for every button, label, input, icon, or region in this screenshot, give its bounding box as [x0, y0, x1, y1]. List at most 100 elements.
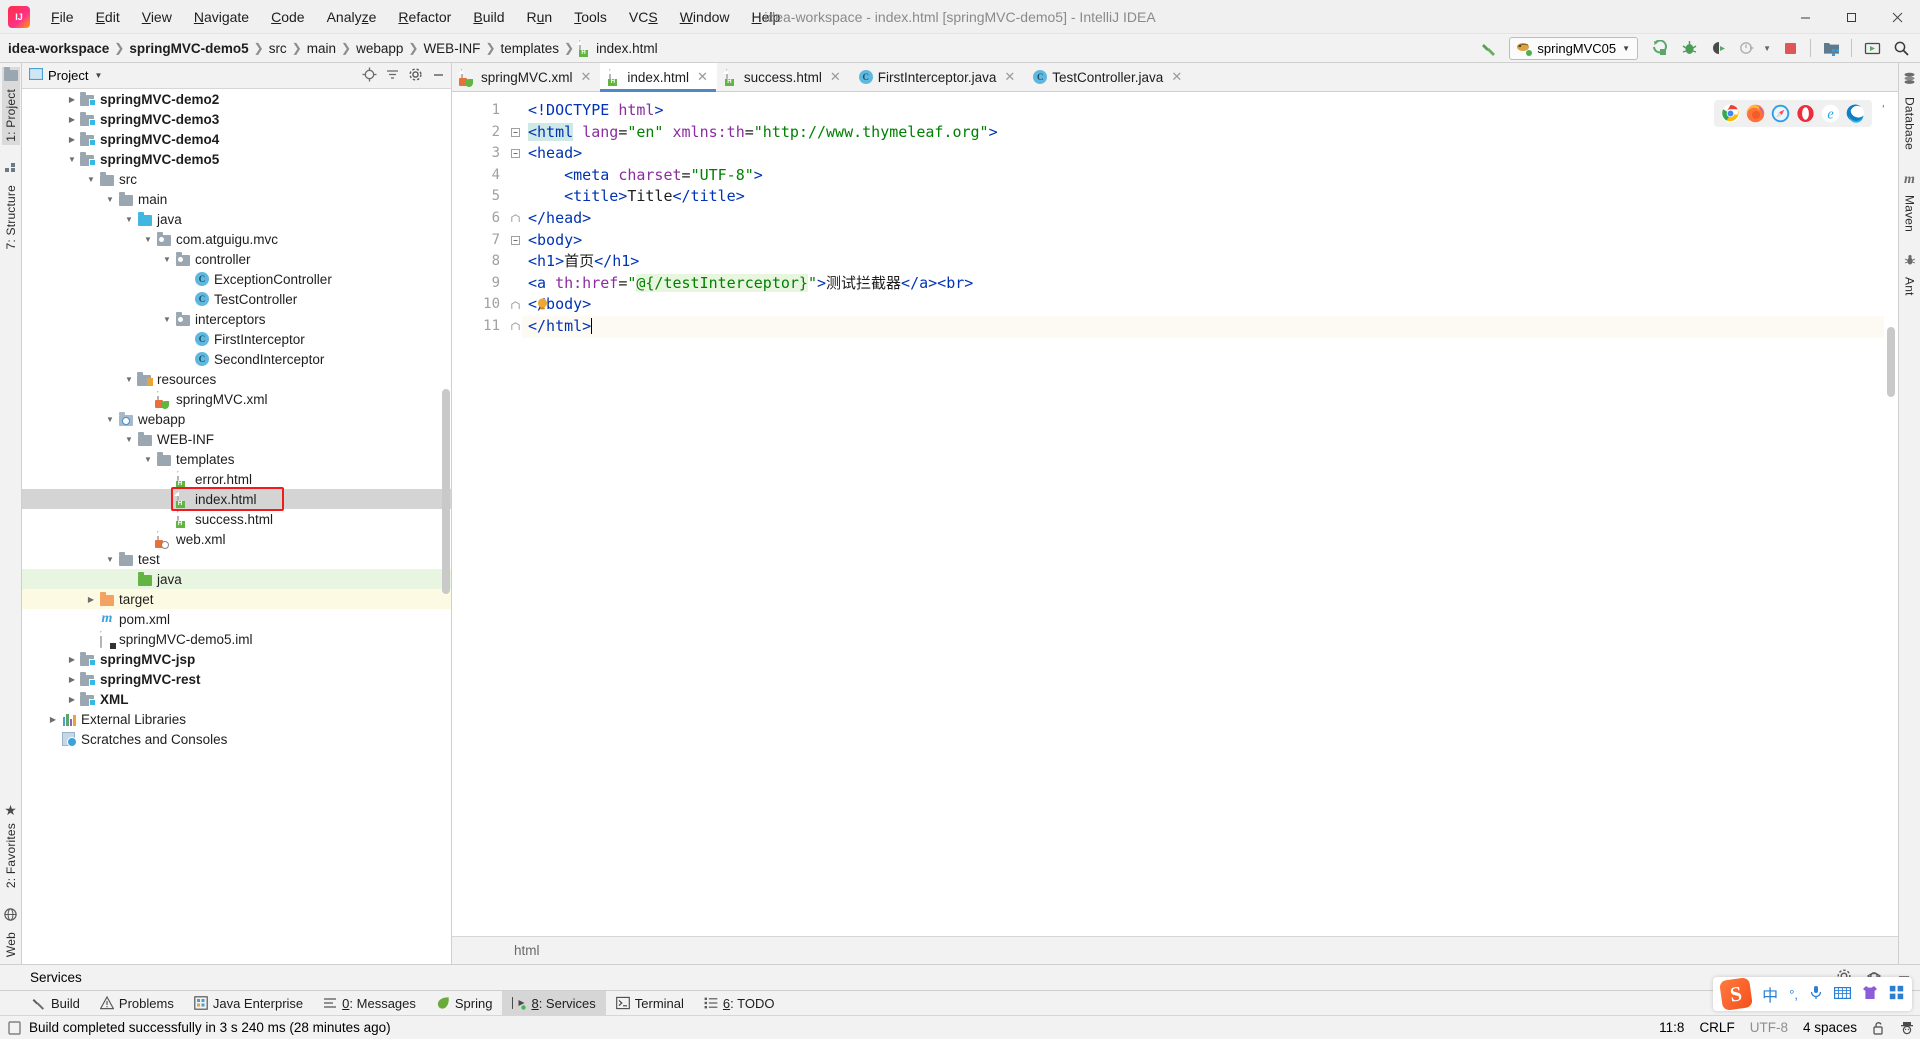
tree-row[interactable]: ▼ main [22, 189, 451, 209]
tree-expand-arrow-icon[interactable]: ▼ [122, 215, 136, 224]
tree-row[interactable]: Herror.html [22, 469, 451, 489]
fold-marker[interactable] [508, 294, 522, 316]
caret-position[interactable]: 11:8 [1659, 1020, 1684, 1035]
sidebar-item-ant[interactable]: Ant [1901, 251, 1919, 299]
stop-icon[interactable] [1777, 36, 1803, 60]
chevron-down-icon[interactable]: ▼ [1622, 44, 1630, 53]
editor-tabs[interactable]: springMVC.xml ✕ Hindex.html ✕ Hsuccess.html ✕… [452, 63, 1898, 92]
breadcrumb-springmvc-demo5[interactable]: springMVC-demo5 [129, 41, 248, 56]
code-line[interactable]: <!DOCTYPE html> [522, 100, 1898, 122]
hide-icon[interactable] [431, 67, 446, 85]
tree-expand-arrow-icon[interactable]: ▶ [65, 655, 79, 664]
code-line[interactable]: <html lang="en" xmlns:th="http://www.thy… [522, 122, 1898, 144]
run-icon[interactable] [1647, 36, 1673, 60]
minimize-button[interactable] [1782, 0, 1828, 34]
tree-row[interactable]: ▶ springMVC-demo4 [22, 129, 451, 149]
toolbox-icon[interactable] [1889, 985, 1904, 1003]
tree-expand-arrow-icon[interactable]: ▶ [65, 115, 79, 124]
tree-row[interactable]: ▶ target [22, 589, 451, 609]
tree-expand-arrow-icon[interactable]: ▶ [46, 715, 60, 724]
tree-row[interactable]: ▶ XML [22, 689, 451, 709]
menu-item-navigate[interactable]: Navigate [183, 4, 260, 30]
breadcrumb-web-inf[interactable]: WEB-INF [423, 41, 480, 56]
tree-row[interactable]: ▶ springMVC-rest [22, 669, 451, 689]
settings-gear-icon[interactable] [408, 67, 423, 85]
fold-marker[interactable] [508, 122, 522, 144]
tool-window-button-services[interactable]: 8: Services [502, 991, 606, 1015]
sidebar-item-maven[interactable]: m Maven [1901, 169, 1919, 235]
tree-expand-arrow-icon[interactable]: ▼ [122, 375, 136, 384]
tree-row[interactable]: ▼ java [22, 209, 451, 229]
tree-row[interactable]: ▶ springMVC-demo3 [22, 109, 451, 129]
tree-expand-arrow-icon[interactable]: ▼ [160, 255, 174, 264]
tree-row[interactable]: m pom.xml [22, 609, 451, 629]
tool-window-button-todo[interactable]: 6: TODO [694, 991, 785, 1015]
run-configuration-selector[interactable]: springMVC05 ▼ [1509, 36, 1639, 60]
tool-window-bar[interactable]: Build Problems Java Enterprise 0: Messages S… [0, 990, 1920, 1015]
menu-item-code[interactable]: Code [260, 4, 315, 30]
tree-expand-arrow-icon[interactable]: ▼ [141, 235, 155, 244]
file-encoding[interactable]: UTF-8 [1750, 1020, 1788, 1035]
breadcrumb-main[interactable]: main [307, 41, 336, 56]
tree-row[interactable]: springMVC-demo5.iml [22, 629, 451, 649]
close-tab-icon[interactable]: ✕ [1171, 69, 1182, 85]
sidebar-item-favorites[interactable]: 2: Favorites ★ [2, 802, 20, 891]
tree-row[interactable]: ▼ templates [22, 449, 451, 469]
maximize-button[interactable] [1828, 0, 1874, 34]
tree-row[interactable]: springMVC.xml [22, 389, 451, 409]
editor-tab-springMVC-xml[interactable]: springMVC.xml ✕ [452, 63, 600, 91]
code-line[interactable]: <title>Title</title> [522, 186, 1898, 208]
fold-marker[interactable] [508, 143, 522, 165]
editor-scrollbar-thumb[interactable] [1887, 327, 1895, 397]
menu-item-tools[interactable]: Tools [563, 4, 618, 30]
menu-item-help[interactable]: Help [741, 4, 792, 30]
close-tab-icon[interactable]: ✕ [581, 69, 592, 85]
editor-tab-FirstInterceptor-java[interactable]: C FirstInterceptor.java ✕ [850, 63, 1024, 91]
tree-expand-arrow-icon[interactable]: ▶ [65, 135, 79, 144]
chinese-mode-icon[interactable]: 中 [1762, 982, 1778, 1006]
punctuation-icon[interactable]: °, [1789, 987, 1798, 1002]
hector-inspector-icon[interactable] [1900, 1021, 1914, 1035]
tree-expand-arrow-icon[interactable]: ▼ [103, 195, 117, 204]
tool-window-button-javaenterprise[interactable]: Java Enterprise [184, 991, 313, 1015]
tree-row[interactable]: ▼ com.atguigu.mvc [22, 229, 451, 249]
search-everywhere-icon[interactable] [1888, 36, 1914, 60]
editor-tab-success-html[interactable]: Hsuccess.html ✕ [717, 63, 850, 91]
tool-window-button-build[interactable]: Build [22, 991, 90, 1015]
code-line[interactable]: </body> [522, 294, 1898, 316]
tree-row[interactable]: web.xml [22, 529, 451, 549]
menu-item-file[interactable]: File [40, 4, 85, 30]
sogou-logo-icon[interactable] [1719, 977, 1754, 1011]
breadcrumb-idea-workspace[interactable]: idea-workspace [8, 41, 109, 56]
breadcrumb-webapp[interactable]: webapp [356, 41, 403, 56]
tree-row[interactable]: ▼ src [22, 169, 451, 189]
sidebar-item-project[interactable]: 1: Project [1, 67, 20, 145]
tree-expand-arrow-icon[interactable]: ▼ [84, 175, 98, 184]
sogou-ime-toolbar[interactable]: 中 °, [1713, 977, 1912, 1011]
unlocked-padlock-icon[interactable] [1872, 1021, 1885, 1035]
build-hammer-icon[interactable] [1476, 36, 1502, 60]
tree-row[interactable]: ▼ interceptors [22, 309, 451, 329]
tree-row[interactable]: ▼ test [22, 549, 451, 569]
tree-expand-arrow-icon[interactable]: ▶ [65, 675, 79, 684]
menu-item-refactor[interactable]: Refactor [387, 4, 462, 30]
close-tab-icon[interactable]: ✕ [697, 69, 708, 85]
tool-window-button-spring[interactable]: Spring [426, 991, 503, 1015]
code-line[interactable]: </html> [522, 315, 1898, 338]
edge-icon[interactable] [1846, 104, 1865, 123]
tool-window-button-messages[interactable]: 0: Messages [313, 991, 426, 1015]
tree-row[interactable]: ▼ resources [22, 369, 451, 389]
tree-row[interactable]: C FirstInterceptor [22, 329, 451, 349]
menu-item-window[interactable]: Window [669, 4, 741, 30]
tree-expand-arrow-icon[interactable]: ▼ [103, 415, 117, 424]
code-content[interactable]: <!DOCTYPE html> <html lang="en" xmlns:th=… [522, 92, 1898, 936]
menu-item-analyze[interactable]: Analyze [316, 4, 388, 30]
tree-expand-arrow-icon[interactable]: ▶ [84, 595, 98, 604]
line-separator[interactable]: CRLF [1699, 1020, 1734, 1035]
tree-row[interactable]: C TestController [22, 289, 451, 309]
project-panel-scrollbar[interactable] [442, 389, 450, 594]
firefox-icon[interactable] [1746, 104, 1765, 123]
profiler-icon[interactable] [1734, 36, 1760, 60]
sidebar-item-structure[interactable]: 7: Structure [2, 159, 20, 252]
target-icon[interactable] [362, 67, 377, 85]
